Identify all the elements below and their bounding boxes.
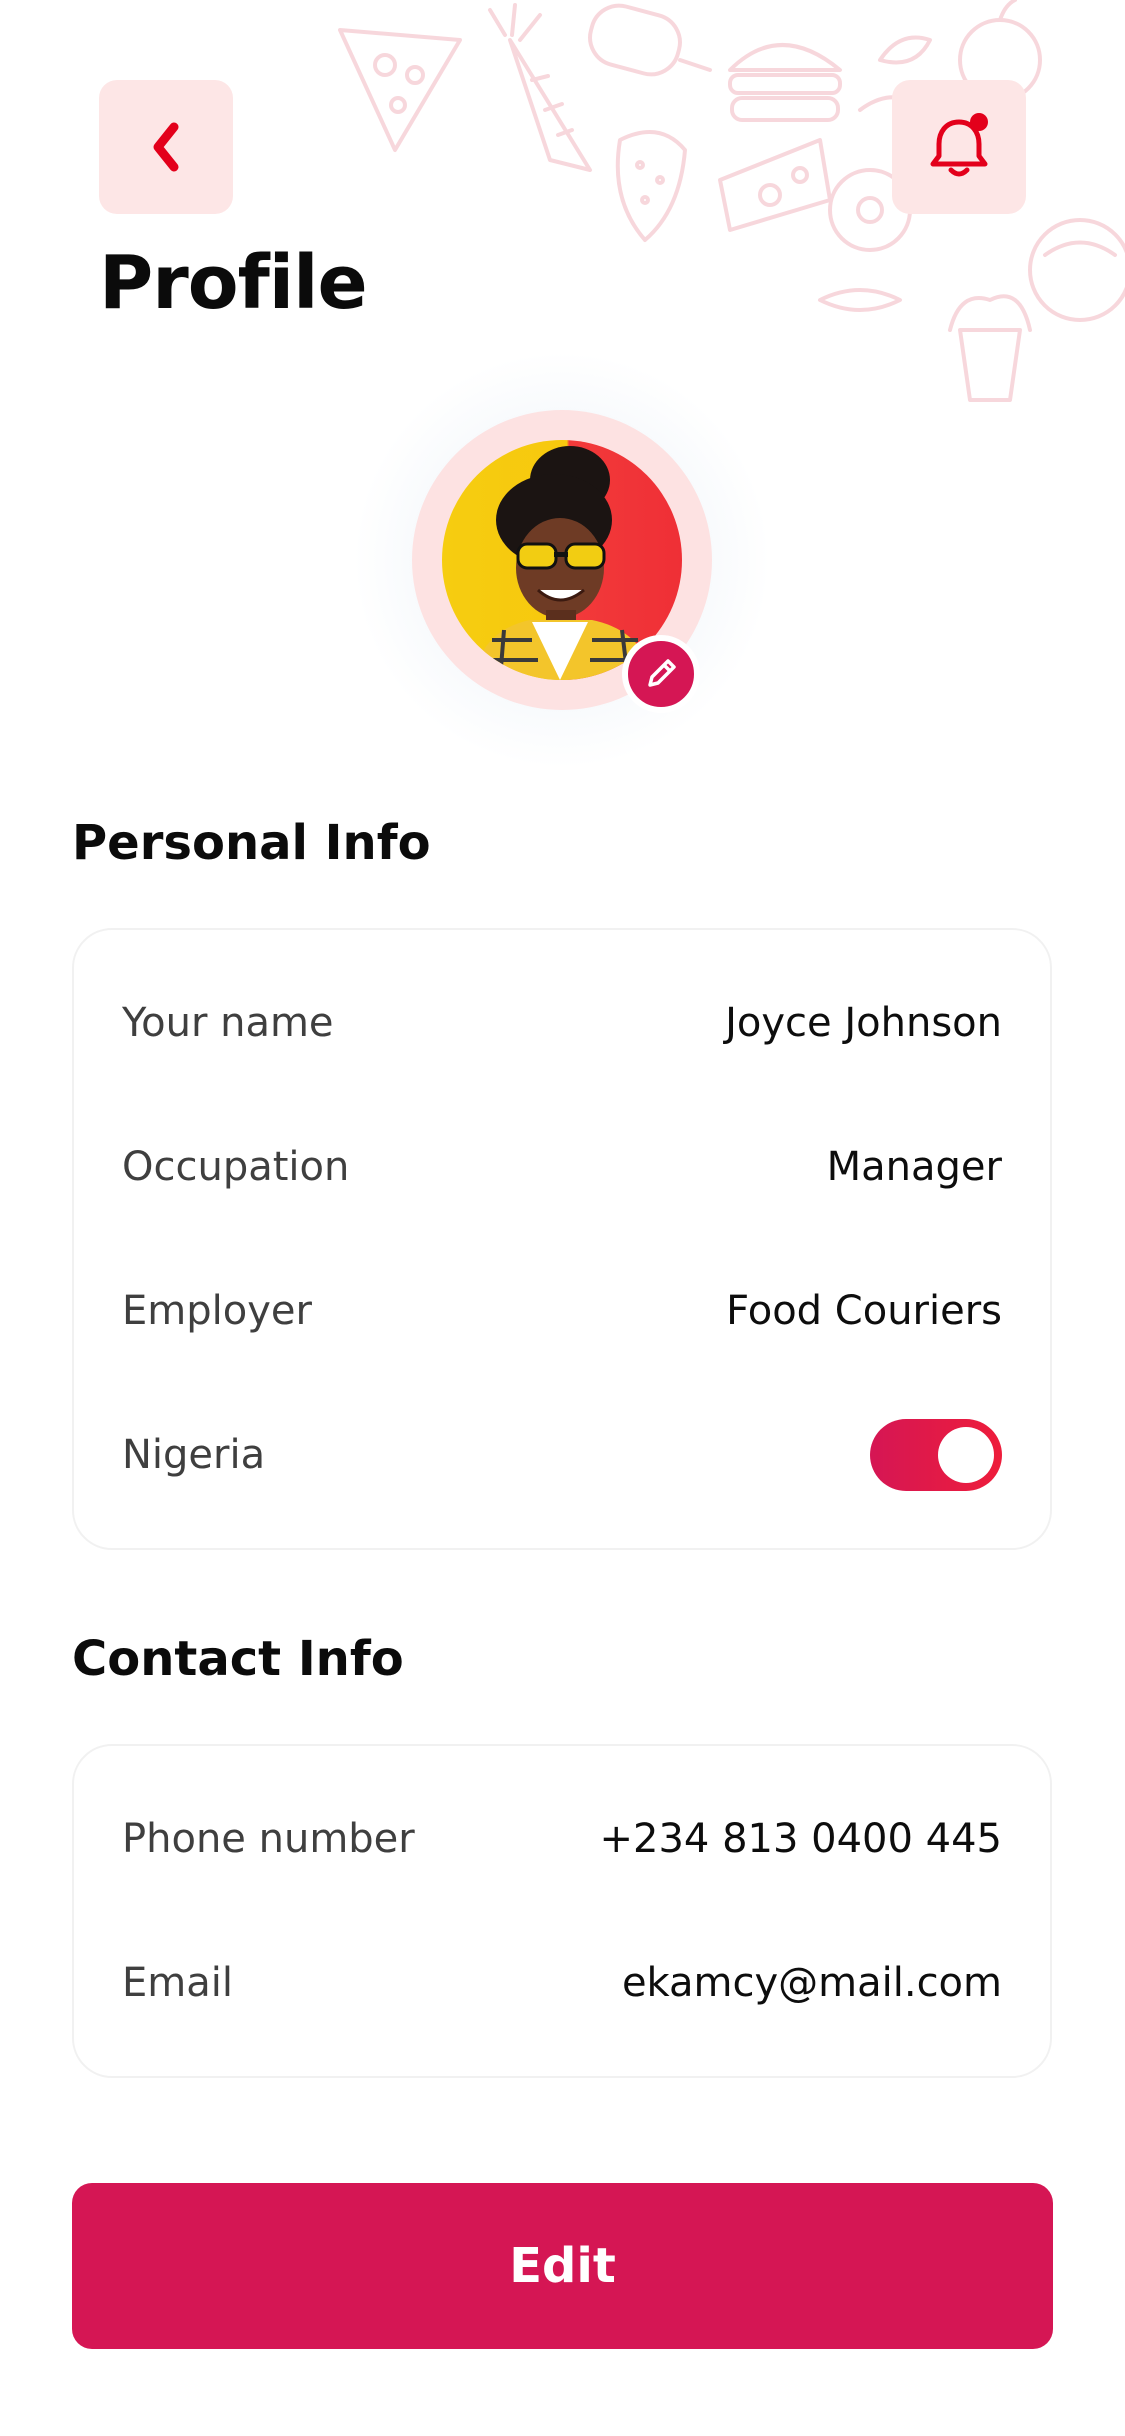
header: Profile xyxy=(0,0,1125,360)
info-row-country: Nigeria xyxy=(122,1415,1002,1495)
info-row-employer: Employer Food Couriers xyxy=(122,1271,1002,1351)
country-toggle[interactable] xyxy=(870,1419,1002,1491)
edit-avatar-button[interactable] xyxy=(622,635,700,713)
bell-icon xyxy=(930,113,988,177)
info-row-phone: Phone number +234 813 0400 445 xyxy=(122,1799,1002,1879)
info-row-email: Email ekamcy@mail.com xyxy=(122,1943,1002,2023)
edit-profile-button[interactable]: Edit xyxy=(72,2183,1053,2349)
info-value: ekamcy@mail.com xyxy=(621,1960,1002,2006)
chevron-left-icon xyxy=(153,122,179,172)
info-value: Joyce Johnson xyxy=(725,1000,1002,1046)
page-title: Profile xyxy=(99,240,368,326)
info-label: Your name xyxy=(122,1000,334,1046)
info-label: Email xyxy=(122,1960,233,2006)
contact-info-card: Phone number +234 813 0400 445 Email eka… xyxy=(72,1744,1052,2078)
toggle-knob xyxy=(938,1427,994,1483)
country-toggle-label: Nigeria xyxy=(122,1432,266,1478)
info-row-occupation: Occupation Manager xyxy=(122,1127,1002,1207)
info-value: Manager xyxy=(826,1144,1002,1190)
contact-info-title: Contact Info xyxy=(72,1631,404,1687)
personal-info-title: Personal Info xyxy=(72,815,431,871)
info-value: +234 813 0400 445 xyxy=(599,1816,1003,1862)
info-value: Food Couriers xyxy=(726,1288,1002,1334)
personal-info-card: Your name Joyce Johnson Occupation Manag… xyxy=(72,928,1052,1550)
info-label: Occupation xyxy=(122,1144,350,1190)
back-button[interactable] xyxy=(99,80,233,214)
profile-avatar-section xyxy=(352,350,772,770)
pencil-icon xyxy=(648,659,676,687)
info-label: Phone number xyxy=(122,1816,415,1862)
notifications-button[interactable] xyxy=(892,80,1026,214)
info-label: Employer xyxy=(122,1288,312,1334)
info-row-name: Your name Joyce Johnson xyxy=(122,983,1002,1063)
